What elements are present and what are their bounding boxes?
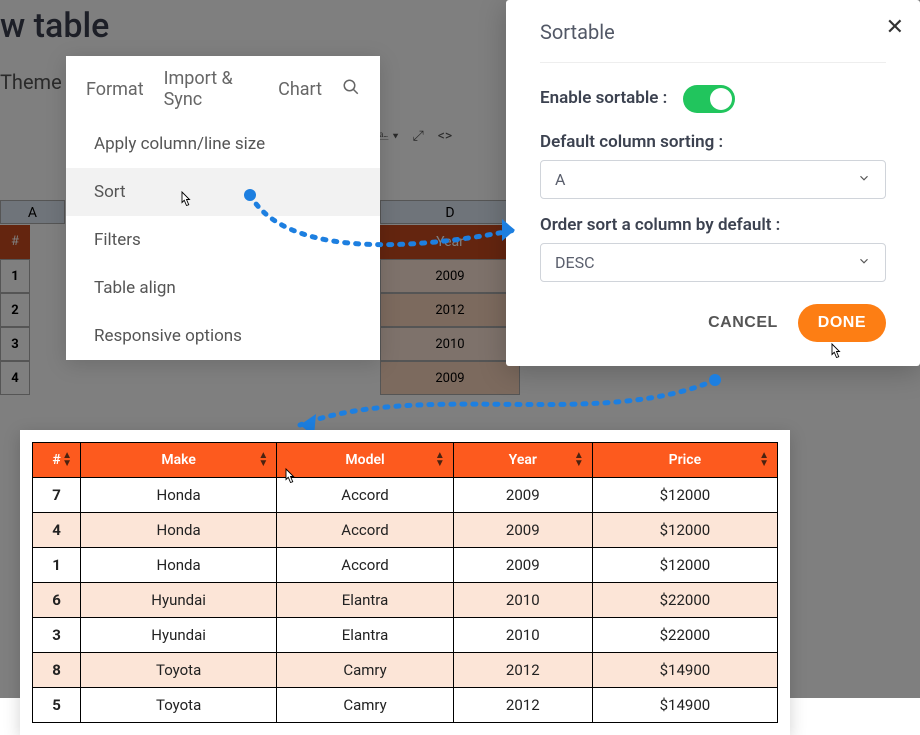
th-price[interactable]: Price▲▼ [592,443,777,478]
expand-icon[interactable]: ⤢ [413,128,424,144]
cell-model: Elantra [277,583,454,618]
cell-make: Toyota [81,688,277,723]
cell-num: 1 [33,548,81,583]
cell-num: 7 [33,478,81,513]
page-title: w table [0,6,109,46]
grid-hash-header: # [0,225,30,259]
order-sort-value: DESC [555,253,595,272]
cell-num: 3 [33,618,81,653]
cell-make: Honda [81,513,277,548]
cell-year: 2010 [453,583,592,618]
cell-num: 4 [33,513,81,548]
menu-item-apply-size[interactable]: Apply column/line size [66,120,380,168]
th-year[interactable]: Year▲▼ [453,443,592,478]
sort-icon: ▲▼ [759,452,769,468]
cell-num: 5 [33,688,81,723]
chevron-down-icon [857,170,871,189]
cell-price: $14900 [592,688,777,723]
menu-tab-format[interactable]: Format [86,79,144,100]
sorted-result-table: #▲▼ Make▲▼ Model▲▼ Year▲▼ Price▲▼ 7Honda… [20,430,790,735]
menu-tab-import[interactable]: Import & Sync [164,68,259,110]
cell-num: 6 [33,583,81,618]
sort-icon: ▲▼ [62,452,72,468]
grid-cell[interactable]: 2012 [380,293,520,327]
grid-year-header: Year [380,225,520,259]
th-model[interactable]: Model▲▼ [277,443,454,478]
grid-col-a[interactable]: A [0,200,65,224]
cell-make: Toyota [81,653,277,688]
table-row: 6HyundaiElantra2010$22000 [33,583,778,618]
table-row: 7HondaAccord2009$12000 [33,478,778,513]
sortable-modal: ✕ Sortable Enable sortable : Default col… [506,0,920,366]
cell-price: $12000 [592,478,777,513]
grid-rownum: 2 [0,293,30,327]
format-menu: Format Import & Sync Chart Apply column/… [66,56,380,360]
th-make[interactable]: Make▲▼ [81,443,277,478]
sort-icon: ▲▼ [574,452,584,468]
cell-make: Honda [81,478,277,513]
underline-icon[interactable]: ⎁ ▾ [378,128,399,144]
th-num[interactable]: #▲▼ [33,443,81,478]
grid-rownum: 1 [0,259,30,293]
cell-model: Accord [277,478,454,513]
cell-year: 2010 [453,618,592,653]
cell-make: Honda [81,548,277,583]
cell-make: Hyundai [81,618,277,653]
default-column-select[interactable]: A [540,160,886,199]
code-icon[interactable]: <> [438,128,452,144]
modal-title: Sortable [540,20,886,63]
top-tab-theme[interactable]: Theme [0,70,62,94]
search-icon[interactable] [342,78,360,101]
grid-col-d[interactable]: D [380,200,520,224]
cell-year: 2009 [453,548,592,583]
menu-item-sort[interactable]: Sort [66,168,380,216]
cancel-button[interactable]: CANCEL [698,306,788,340]
grid-cell[interactable]: 2009 [380,259,520,293]
cell-model: Camry [277,688,454,723]
menu-item-filters[interactable]: Filters [66,216,380,264]
cell-model: Elantra [277,618,454,653]
cell-year: 2012 [453,653,592,688]
menu-item-table-align[interactable]: Table align [66,264,380,312]
menu-tab-chart[interactable]: Chart [278,79,322,100]
menu-item-responsive[interactable]: Responsive options [66,312,380,360]
toolbar: ⎁ ▾ ⤢ <> [378,128,452,144]
cell-model: Accord [277,513,454,548]
grid-rownum: 4 [0,361,30,395]
table-row: 3HyundaiElantra2010$22000 [33,618,778,653]
cell-price: $12000 [592,548,777,583]
done-button[interactable]: DONE [798,304,886,342]
cell-make: Hyundai [81,583,277,618]
chevron-down-icon [857,253,871,272]
grid-cell[interactable]: 2009 [380,361,520,395]
sort-icon: ▲▼ [258,452,268,468]
table-row: 8ToyotaCamry2012$14900 [33,653,778,688]
close-icon[interactable]: ✕ [886,14,904,40]
order-sort-label: Order sort a column by default : [540,215,780,235]
cell-model: Camry [277,653,454,688]
table-row: 5ToyotaCamry2012$14900 [33,688,778,723]
default-column-value: A [555,170,565,189]
cell-model: Accord [277,548,454,583]
sort-icon: ▲▼ [435,452,445,468]
grid-cell[interactable]: 2010 [380,327,520,361]
cell-year: 2012 [453,688,592,723]
table-row: 1HondaAccord2009$12000 [33,548,778,583]
cell-price: $14900 [592,653,777,688]
grid-rownum: 3 [0,327,30,361]
default-column-label: Default column sorting : [540,132,723,152]
order-sort-select[interactable]: DESC [540,243,886,282]
table-row: 4HondaAccord2009$12000 [33,513,778,548]
cell-price: $22000 [592,583,777,618]
cell-price: $12000 [592,513,777,548]
cell-year: 2009 [453,513,592,548]
cell-year: 2009 [453,478,592,513]
enable-sortable-toggle[interactable] [683,85,735,113]
enable-sortable-label: Enable sortable : [540,88,667,108]
cell-num: 8 [33,653,81,688]
cell-price: $22000 [592,618,777,653]
